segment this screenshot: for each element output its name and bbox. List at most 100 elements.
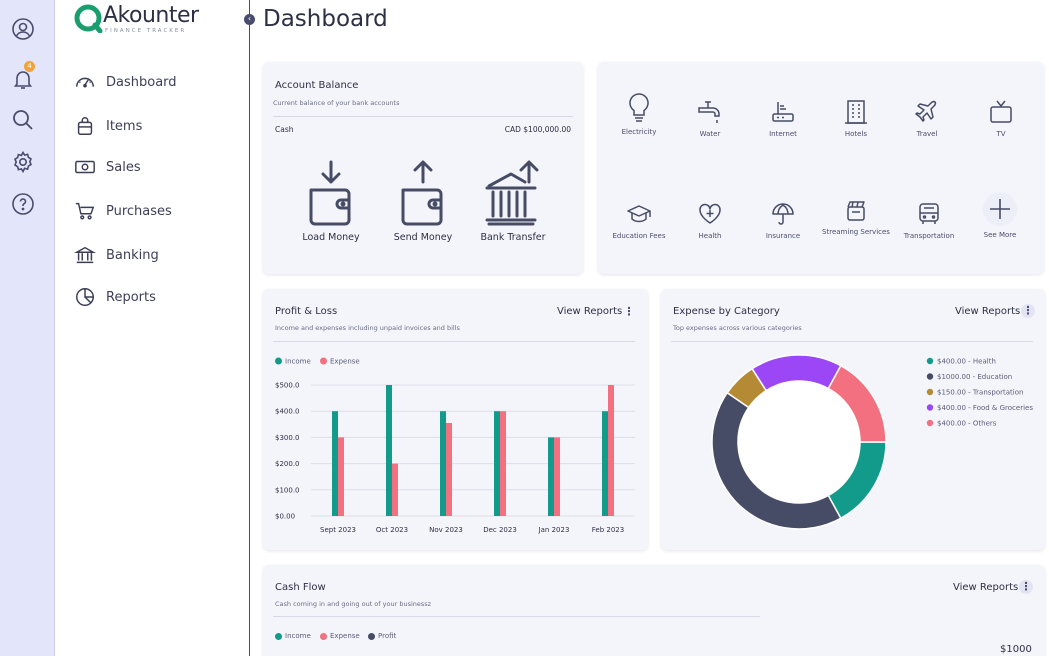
sidebar-item-items[interactable]: Items bbox=[74, 113, 244, 139]
bulb-icon bbox=[629, 93, 649, 122]
graduation-cap-icon bbox=[627, 205, 651, 223]
legend-label: $150.00 - Transportation bbox=[937, 389, 1023, 397]
legend-income: Income bbox=[275, 632, 311, 640]
y-tick-label: $200.0 bbox=[275, 460, 300, 468]
legend-dot bbox=[275, 357, 282, 365]
clapperboard-icon bbox=[847, 201, 865, 221]
send-money-button[interactable]: Send Money bbox=[383, 160, 463, 243]
profit-loss-chart: Income Expense $0.00 $100.0 $200.0 $300.0 $400… bbox=[275, 357, 635, 534]
logo-icon bbox=[74, 4, 103, 33]
gear-icon[interactable] bbox=[11, 150, 35, 174]
account-balance-card: Account Balance Current balance of your … bbox=[263, 62, 583, 274]
legend-dot bbox=[926, 404, 934, 411]
bank-transfer-button[interactable]: Bank Transfer bbox=[473, 160, 553, 243]
sidebar-item-reports[interactable]: Reports bbox=[74, 284, 244, 310]
utility-streaming-services[interactable]: Streaming Services bbox=[821, 198, 891, 237]
sidebar-item-label: Dashboard bbox=[106, 74, 177, 90]
y-tick-label: $100.0 bbox=[275, 486, 300, 494]
wallet-up-icon bbox=[401, 160, 443, 226]
cash-flow-title: Cash Flow bbox=[275, 582, 326, 593]
tap-icon bbox=[698, 101, 720, 123]
utility-education-fees[interactable]: Education Fees bbox=[604, 200, 674, 241]
bank-up-icon bbox=[485, 160, 539, 226]
sidebar-item-label: Sales bbox=[106, 159, 141, 175]
account-balance-title: Account Balance bbox=[275, 80, 359, 91]
search-icon[interactable] bbox=[11, 108, 35, 132]
sidebar-item-label: Items bbox=[106, 118, 143, 134]
legend-label: $400.00 - Food & Groceries bbox=[937, 404, 1033, 412]
tv-icon bbox=[990, 100, 1012, 123]
bar-income bbox=[494, 411, 500, 516]
app-name: Akounter bbox=[103, 3, 199, 28]
collapse-sidebar-button[interactable]: ‹ bbox=[244, 14, 255, 25]
umbrella-icon bbox=[772, 203, 794, 225]
router-icon bbox=[772, 102, 794, 122]
bar-expense bbox=[554, 437, 560, 516]
utility-travel[interactable]: Travel bbox=[892, 98, 962, 139]
app-logo[interactable]: Akounter FINANCE TRACKER bbox=[73, 3, 243, 37]
cash-flow-card: Cash Flow Cash coming in and going out o… bbox=[263, 565, 1045, 656]
see-more-button[interactable]: See More bbox=[965, 191, 1035, 240]
legend-dot bbox=[926, 373, 934, 380]
page-title: Dashboard bbox=[263, 6, 388, 32]
utility-transportation[interactable]: Transportation bbox=[894, 200, 964, 241]
bar-income bbox=[548, 437, 554, 516]
y-tick-label: $0.00 bbox=[275, 513, 295, 521]
sidebar-item-label: Reports bbox=[106, 289, 156, 305]
bag-icon bbox=[77, 117, 93, 135]
plus-icon bbox=[983, 192, 1017, 226]
utility-hotels[interactable]: Hotels bbox=[821, 98, 891, 139]
y-tick-label: $300.0 bbox=[275, 434, 300, 442]
send-money-label: Send Money bbox=[393, 232, 453, 243]
sidebar-item-banking[interactable]: Banking bbox=[74, 242, 244, 268]
plane-icon bbox=[915, 100, 937, 122]
x-tick-label: Jan 2023 bbox=[538, 526, 570, 534]
utility-tv[interactable]: TV bbox=[966, 98, 1036, 139]
bar-expense bbox=[608, 385, 614, 516]
account-balance-subtitle: Current balance of your bank accounts bbox=[273, 99, 400, 107]
utility-insurance[interactable]: Insurance bbox=[748, 200, 818, 241]
heart-plus-icon bbox=[699, 203, 721, 224]
legend-dot bbox=[926, 388, 934, 396]
y-tick-label: $500.0 bbox=[275, 382, 300, 390]
cash-flow-more-button[interactable]: ⋮ bbox=[1019, 580, 1033, 594]
load-money-label: Load Money bbox=[302, 232, 360, 243]
sidebar-item-purchases[interactable]: Purchases bbox=[74, 198, 244, 224]
bar-expense bbox=[338, 437, 344, 516]
legend-dot bbox=[926, 357, 934, 365]
legend-dot bbox=[926, 419, 934, 427]
profit-loss-card: Profit & Loss Income and expenses includ… bbox=[263, 289, 648, 550]
sidebar-item-label: Purchases bbox=[106, 203, 172, 219]
x-tick-label: Sept 2023 bbox=[320, 526, 356, 534]
bar-income bbox=[602, 411, 608, 516]
bar-expense bbox=[500, 411, 506, 516]
x-tick-label: Feb 2023 bbox=[592, 526, 624, 534]
utility-health[interactable]: Health bbox=[675, 200, 745, 241]
sidebar-item-dashboard[interactable]: Dashboard bbox=[74, 69, 244, 95]
app-tagline: FINANCE TRACKER bbox=[105, 28, 187, 34]
help-icon[interactable] bbox=[11, 192, 35, 216]
utility-water[interactable]: Water bbox=[675, 98, 745, 139]
cash-label: Cash bbox=[275, 125, 294, 134]
y-tick-label: $400.0 bbox=[275, 408, 300, 416]
x-tick-label: Oct 2023 bbox=[376, 526, 408, 534]
utility-internet[interactable]: Internet bbox=[748, 98, 818, 139]
cash-flow-view-reports-link[interactable]: View Reports bbox=[953, 582, 1018, 593]
cash-flow-top-value: $1000 bbox=[1000, 644, 1032, 655]
donut-hole bbox=[738, 381, 860, 503]
wallet-down-icon bbox=[309, 160, 351, 226]
divider bbox=[273, 616, 760, 617]
user-icon[interactable] bbox=[11, 17, 35, 41]
bar-income bbox=[332, 411, 338, 516]
bus-icon bbox=[919, 203, 939, 224]
sidebar-item-sales[interactable]: Sales bbox=[74, 154, 244, 180]
expense-donut-chart: $400.00 - Health $1000.00 - Education $150… bbox=[711, 354, 1033, 530]
utilities-card: Electricity Water Internet Hotels Travel… bbox=[598, 62, 1044, 274]
sidebar: Akounter FINANCE TRACKER Dashboard Items… bbox=[56, 0, 250, 656]
bar-income bbox=[386, 385, 392, 516]
legend-dot bbox=[320, 357, 327, 365]
legend-label: $400.00 - Health bbox=[937, 358, 996, 366]
utility-electricity[interactable]: Electricity bbox=[604, 92, 674, 137]
load-money-button[interactable]: Load Money bbox=[291, 160, 371, 243]
legend-label: Expense bbox=[330, 358, 360, 366]
